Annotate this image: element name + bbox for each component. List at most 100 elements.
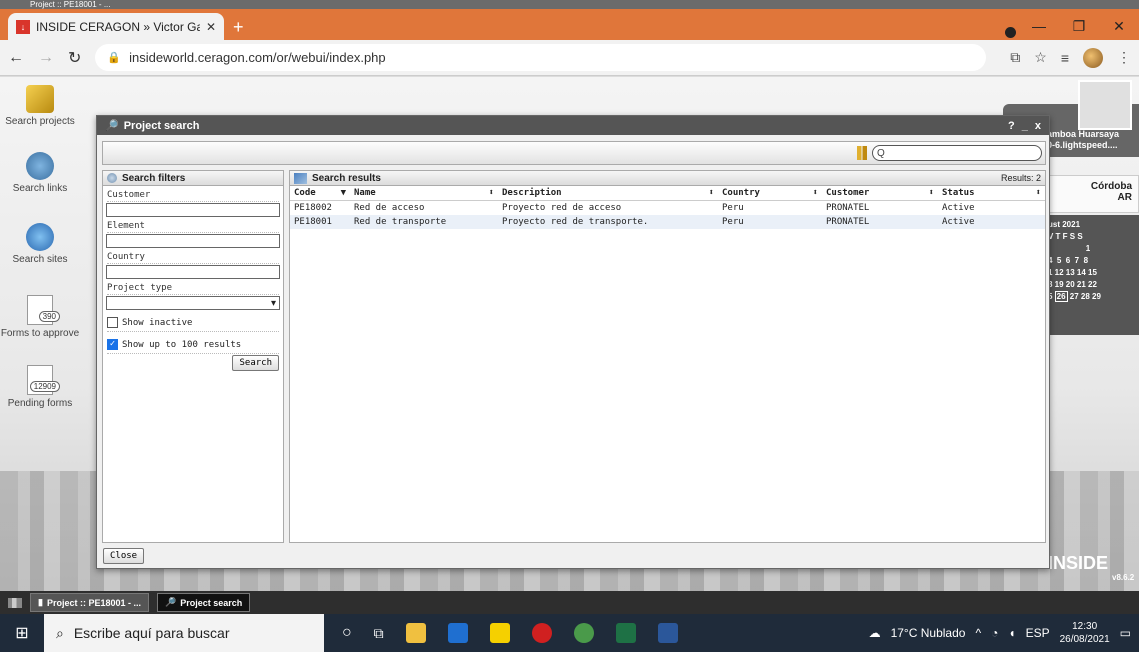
opera-icon[interactable]	[531, 623, 552, 643]
column-header-description[interactable]: Description ⬍	[498, 186, 718, 201]
app-desktop: Search projects Search links Search site…	[0, 77, 1139, 591]
calendar-row: 5 26 27 28 29	[1048, 291, 1101, 302]
reading-list-icon[interactable]: ≡	[1061, 50, 1069, 66]
avatar[interactable]	[1078, 80, 1132, 130]
translate-icon[interactable]: ⧉	[1010, 49, 1020, 66]
column-header-country[interactable]: Country ⬍	[718, 186, 822, 201]
show-inactive-checkbox[interactable]	[107, 317, 118, 328]
sticky-notes-icon[interactable]	[489, 623, 510, 643]
table-row[interactable]: PE18002 Red de acceso Proyecto red de ac…	[290, 201, 1045, 216]
app-task-project[interactable]: ▮ Project :: PE18001 - ...	[30, 593, 149, 612]
cortana-icon[interactable]: ○	[342, 624, 352, 642]
weather-city: Córdoba	[1090, 181, 1132, 192]
sidebar-item-search-projects[interactable]: Search projects	[0, 85, 80, 127]
show-inactive-option[interactable]: Show inactive	[107, 317, 279, 332]
volume-icon[interactable]: ◖	[1008, 626, 1015, 640]
sort-icon[interactable]: ⬍	[709, 188, 714, 198]
sidebar-item-label: Search projects	[5, 116, 75, 127]
customer-field[interactable]	[106, 203, 280, 217]
tab-close-icon[interactable]: ✕	[206, 20, 216, 34]
task-view-icon[interactable]: ⧉	[374, 625, 384, 642]
windows-start-icon[interactable]: ⊞	[0, 623, 44, 643]
clock-date: 26/08/2021	[1059, 634, 1110, 645]
country-field[interactable]	[106, 265, 280, 279]
file-explorer-icon[interactable]	[405, 623, 426, 643]
language-indicator[interactable]: ESP	[1026, 626, 1050, 640]
restore-icon[interactable]: ❐	[1059, 18, 1099, 35]
badge: 390	[38, 311, 60, 322]
link-icon	[26, 152, 54, 180]
cell-code: PE18002	[294, 203, 332, 213]
excel-icon[interactable]	[615, 623, 636, 643]
show-up-to-checkbox[interactable]: ✓	[107, 339, 118, 350]
window-close-icon[interactable]: ✕	[1099, 18, 1139, 35]
reload-icon[interactable]: ↻	[68, 48, 81, 68]
ceragon-favicon-icon: ↓	[16, 19, 30, 34]
calendar-today[interactable]: 26	[1054, 291, 1068, 302]
close-button[interactable]: Close	[103, 548, 145, 564]
table-row[interactable]: PE18001 Red de transporte Proyecto red d…	[290, 215, 1045, 229]
column-header-customer[interactable]: Customer ⬍	[822, 186, 938, 201]
app-task-project-search[interactable]: 🔎 Project search	[157, 593, 251, 612]
sort-desc-icon[interactable]: ▼	[341, 188, 346, 198]
cell-code: PE18001	[290, 215, 350, 229]
clock[interactable]: 12:30 26/08/2021	[1060, 620, 1110, 646]
forward-icon[interactable]: →	[38, 49, 54, 67]
star-icon[interactable]: ☆	[1034, 49, 1047, 66]
sort-icon[interactable]: ⬍	[929, 188, 934, 198]
help-icon[interactable]: ?	[1008, 120, 1015, 132]
chevron-up-icon[interactable]: ^	[975, 626, 981, 640]
sidebar-item-search-sites[interactable]: Search sites	[0, 223, 80, 265]
outlook-icon[interactable]	[447, 623, 468, 643]
modal-titlebar[interactable]: 🔎 Project search ? _ x	[97, 116, 1049, 135]
show-inactive-label: Show inactive	[122, 317, 193, 328]
url-field[interactable]: 🔒 insideworld.ceragon.com/or/webui/index…	[95, 44, 987, 71]
address-bar: ← → ↻ 🔒 insideworld.ceragon.com/or/webui…	[0, 40, 1139, 76]
cell-status: Active	[938, 215, 1045, 229]
column-header-status[interactable]: Status ⬍	[938, 186, 1045, 201]
column-header-code[interactable]: Code ▼	[290, 186, 350, 201]
record-icon[interactable]	[1005, 27, 1016, 38]
columns-icon[interactable]	[857, 146, 867, 160]
user-name: amboa Huarsaya	[1047, 129, 1120, 139]
sidebar-item-search-links[interactable]: Search links	[0, 152, 80, 194]
sort-icon[interactable]: ⬍	[1036, 188, 1041, 198]
app-taskbar: ▮ Project :: PE18001 - ... 🔎 Project sea…	[0, 591, 1139, 614]
quick-search-input[interactable]: Q	[872, 145, 1042, 161]
window-controls: — ❐ ✕	[1019, 18, 1139, 35]
element-field[interactable]	[106, 234, 280, 248]
search-icon: Q	[877, 147, 885, 159]
calendar-widget: ust 2021 V T F S S 1 4 5 6 7 8 1 12 13 1…	[1043, 215, 1139, 335]
element-label: Element	[107, 221, 279, 233]
sort-icon[interactable]: ⬍	[813, 188, 818, 198]
sidebar-item-label: Search sites	[12, 254, 68, 265]
search-button[interactable]: Search	[232, 355, 279, 371]
profile-avatar[interactable]	[1083, 47, 1103, 68]
sidebar-item-forms-to-approve[interactable]: 390 Forms to approve	[0, 295, 80, 339]
sort-icon[interactable]: ⬍	[489, 188, 494, 198]
network-icon[interactable]: ◔	[991, 626, 998, 640]
browser-tab[interactable]: ↓ INSIDE CERAGON » Victor Gamb ✕	[8, 13, 224, 40]
project-type-select[interactable]: ▾	[106, 296, 280, 310]
notification-icon[interactable]: ▭	[1120, 626, 1131, 640]
results-count: Results: 2	[1000, 173, 1041, 183]
minimize-icon[interactable]: —	[1019, 18, 1059, 35]
project-search-icon: 🔎	[165, 597, 177, 607]
menu-icon[interactable]: ⋮	[1117, 49, 1131, 66]
new-tab-icon[interactable]: +	[233, 18, 244, 36]
windows-search-input[interactable]: ⌕ Escribe aquí para buscar	[44, 614, 324, 652]
chrome-icon[interactable]	[573, 623, 594, 643]
os-title-strip: Project :: PE18001 - ...	[0, 0, 1139, 9]
task-label: Project :: PE18001 - ...	[46, 597, 141, 608]
column-header-name[interactable]: Name ⬍	[350, 186, 498, 201]
minimize-icon[interactable]: _	[1022, 120, 1028, 132]
show-up-to-label: Show up to 100 results	[122, 339, 242, 350]
word-icon[interactable]	[657, 623, 678, 643]
close-icon[interactable]: x	[1035, 120, 1041, 132]
inside-logo: INSIDE	[1048, 553, 1109, 573]
country-label: Country	[107, 252, 279, 264]
weather-text[interactable]: 17°C Nublado	[891, 626, 966, 640]
back-icon[interactable]: ←	[8, 49, 24, 67]
sidebar-item-pending-forms[interactable]: 12909 Pending forms	[0, 365, 80, 409]
show-up-to-option[interactable]: ✓ Show up to 100 results	[107, 339, 279, 354]
